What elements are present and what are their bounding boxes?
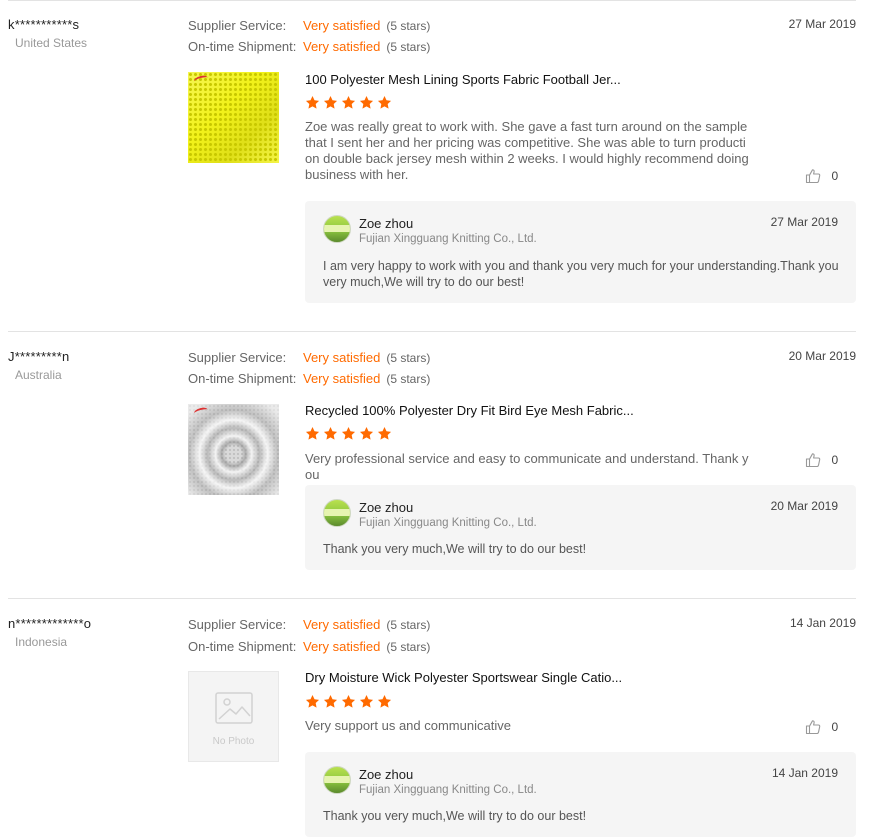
star-icon xyxy=(377,95,392,109)
supplier-service-stars: (5 stars) xyxy=(386,351,431,365)
like-count: 0 xyxy=(831,719,839,734)
supplier-service-label: Supplier Service: xyxy=(188,350,287,365)
shipment-rating: On-time Shipment: Very satisfied (5 stars) xyxy=(188,371,430,389)
like-count: 0 xyxy=(831,452,839,467)
product-rating-stars xyxy=(305,694,395,710)
supplier-reply-name: Zoe zhou xyxy=(359,216,414,231)
reply-text: Thank you very much,We will try to do ou… xyxy=(323,542,587,556)
no-photo-label: No Photo xyxy=(212,736,255,747)
brand-logo-icon xyxy=(193,74,209,85)
supplier-avatar xyxy=(323,499,351,527)
like-button[interactable]: 0 xyxy=(805,718,838,736)
star-icon xyxy=(377,694,392,708)
star-icon xyxy=(305,694,320,708)
star-icon xyxy=(305,426,320,440)
like-button[interactable]: 0 xyxy=(805,167,838,185)
product-title-link[interactable]: Recycled 100% Polyester Dry Fit Bird Eye… xyxy=(305,403,634,418)
supplier-service-label: Supplier Service: xyxy=(188,18,287,33)
product-thumbnail[interactable] xyxy=(188,72,279,163)
review-date: 20 Mar 2019 xyxy=(788,349,856,363)
product-rating-stars xyxy=(305,426,395,442)
reply-date: 14 Jan 2019 xyxy=(771,766,838,780)
supplier-reply-name: Zoe zhou xyxy=(359,500,414,515)
product-thumbnail[interactable]: No Photo xyxy=(188,671,279,762)
star-icon xyxy=(323,694,338,708)
supplier-reply-name: Zoe zhou xyxy=(359,767,414,782)
supplier-reply: Zoe zhou Fujian Xingguang Knitting Co., … xyxy=(305,752,856,837)
star-icon xyxy=(323,95,338,109)
buyer-name: n*************o xyxy=(8,616,92,631)
review-text: Very professional service and easy to co… xyxy=(305,451,749,482)
like-button[interactable]: 0 xyxy=(805,451,838,469)
buyer-country: Australia xyxy=(15,368,62,382)
buyer-name: J*********n xyxy=(8,349,70,364)
supplier-reply: Zoe zhou Fujian Xingguang Knitting Co., … xyxy=(305,485,856,570)
reply-text: I am very happy to work with you and tha… xyxy=(323,259,839,289)
shipment-label: On-time Shipment: xyxy=(188,371,297,386)
supplier-company: Fujian Xingguang Knitting Co., Ltd. xyxy=(359,233,537,245)
supplier-company: Fujian Xingguang Knitting Co., Ltd. xyxy=(359,517,537,529)
supplier-avatar xyxy=(323,766,351,794)
thumbs-up-icon xyxy=(805,453,821,467)
shipment-value: Very satisfied xyxy=(303,371,381,386)
star-icon xyxy=(359,95,374,109)
image-placeholder-icon xyxy=(215,692,253,724)
review-divider xyxy=(8,331,856,332)
supplier-service-value: Very satisfied xyxy=(303,617,381,632)
star-icon xyxy=(323,426,338,440)
star-icon xyxy=(341,426,356,440)
shipment-rating: On-time Shipment: Very satisfied (5 stars) xyxy=(188,639,430,657)
supplier-service-rating: Supplier Service: Very satisfied (5 stars) xyxy=(188,18,430,36)
shipment-stars: (5 stars) xyxy=(386,372,431,386)
buyer-country: United States xyxy=(15,36,88,50)
supplier-service-rating: Supplier Service: Very satisfied (5 stars) xyxy=(188,350,430,368)
product-title-link[interactable]: 100 Polyester Mesh Lining Sports Fabric … xyxy=(305,72,621,87)
star-icon xyxy=(377,426,392,440)
thumbs-up-icon xyxy=(805,169,821,183)
star-icon xyxy=(305,95,320,109)
reply-text: Thank you very much,We will try to do ou… xyxy=(323,809,587,823)
shipment-stars: (5 stars) xyxy=(386,640,431,654)
top-divider xyxy=(8,0,856,1)
star-icon xyxy=(341,694,356,708)
shipment-stars: (5 stars) xyxy=(386,40,431,54)
review-date: 27 Mar 2019 xyxy=(788,17,856,31)
review-text: Zoe was really great to work with. She g… xyxy=(305,119,749,182)
reply-date: 27 Mar 2019 xyxy=(770,215,838,229)
supplier-service-value: Very satisfied xyxy=(303,18,381,33)
star-icon xyxy=(341,95,356,109)
brand-logo-icon xyxy=(193,406,209,417)
star-icon xyxy=(359,426,374,440)
thumbs-up-icon xyxy=(805,720,821,734)
supplier-avatar xyxy=(323,215,351,243)
product-thumbnail[interactable] xyxy=(188,404,279,495)
review-date: 14 Jan 2019 xyxy=(789,616,856,630)
supplier-reply: Zoe zhou Fujian Xingguang Knitting Co., … xyxy=(305,201,856,303)
review-divider xyxy=(8,598,856,599)
review-text: Very support us and communicative xyxy=(305,718,511,733)
shipment-label: On-time Shipment: xyxy=(188,639,297,654)
buyer-country: Indonesia xyxy=(15,635,68,649)
supplier-service-label: Supplier Service: xyxy=(188,617,287,632)
like-count: 0 xyxy=(831,168,839,183)
supplier-service-stars: (5 stars) xyxy=(386,618,431,632)
supplier-service-stars: (5 stars) xyxy=(386,19,431,33)
product-title-link[interactable]: Dry Moisture Wick Polyester Sportswear S… xyxy=(305,670,622,685)
supplier-company: Fujian Xingguang Knitting Co., Ltd. xyxy=(359,784,537,796)
shipment-rating: On-time Shipment: Very satisfied (5 stars) xyxy=(188,39,430,57)
supplier-service-value: Very satisfied xyxy=(303,350,381,365)
supplier-service-rating: Supplier Service: Very satisfied (5 stars) xyxy=(188,617,430,635)
reply-date: 20 Mar 2019 xyxy=(770,499,838,513)
star-icon xyxy=(359,694,374,708)
shipment-value: Very satisfied xyxy=(303,39,381,54)
buyer-name: k***********s xyxy=(8,17,80,32)
shipment-label: On-time Shipment: xyxy=(188,39,297,54)
shipment-value: Very satisfied xyxy=(303,639,381,654)
product-rating-stars xyxy=(305,95,395,111)
